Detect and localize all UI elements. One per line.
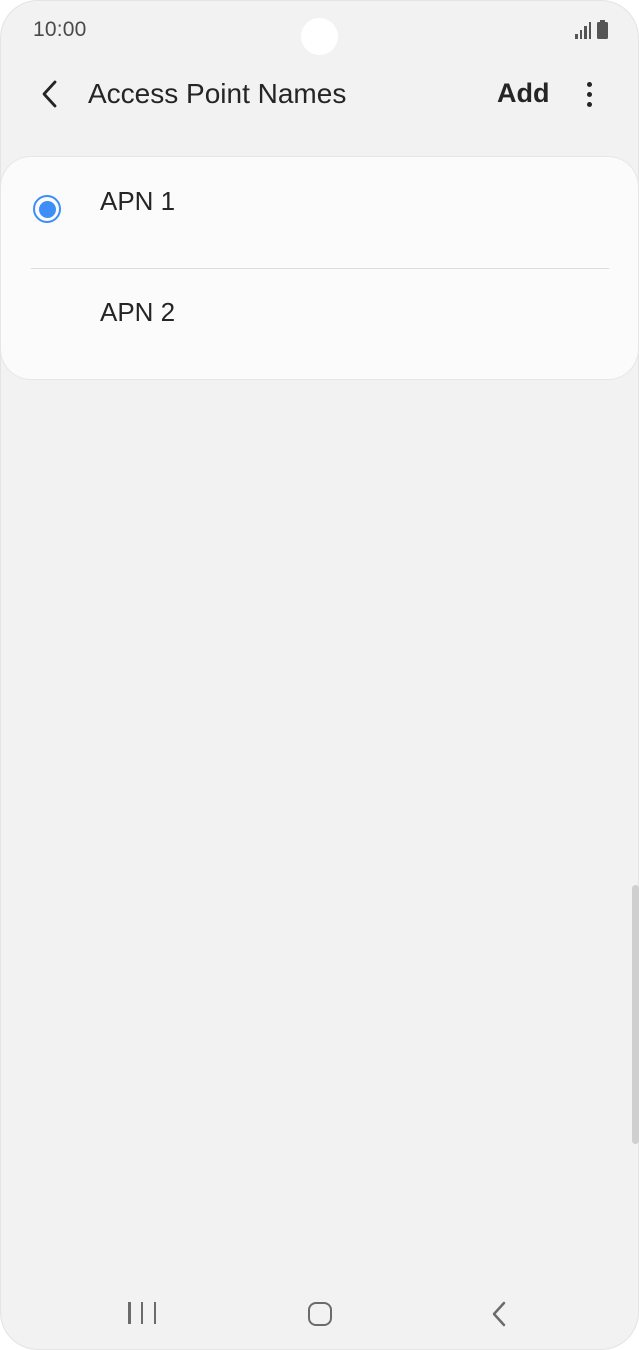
apn-list-item[interactable]: APN 2 (1, 268, 638, 379)
app-header: Access Point Names Add (0, 62, 639, 128)
chevron-left-icon (42, 80, 57, 108)
phone-screen: 10:00 Access Point Names Add APN 1 APN 2 (0, 0, 639, 1350)
recents-button[interactable] (128, 1302, 156, 1326)
more-vertical-icon-dot (586, 101, 592, 107)
radio-button-selected[interactable] (33, 195, 61, 223)
status-icons (575, 20, 608, 39)
more-vertical-icon-dot (586, 91, 592, 97)
nav-back-button[interactable] (488, 1300, 512, 1328)
page-title: Access Point Names (88, 78, 347, 109)
signal-icon (575, 21, 591, 39)
back-button[interactable] (30, 74, 70, 114)
apn-label: APN 1 (100, 186, 176, 216)
scrollbar[interactable] (632, 885, 639, 1144)
home-button[interactable] (308, 1302, 332, 1326)
status-time: 10:00 (33, 18, 87, 41)
recents-icon-bar (128, 1302, 131, 1324)
recents-icon-bar (140, 1302, 144, 1324)
apn-list-card: APN 1 APN 2 (1, 157, 638, 379)
battery-icon (597, 20, 608, 39)
front-camera-cutout (301, 18, 338, 55)
navigation-bar (0, 1282, 639, 1346)
recents-icon-bar (153, 1302, 156, 1324)
add-button[interactable]: Add (497, 78, 549, 109)
radio-selected-icon (38, 200, 56, 218)
more-options-button[interactable] (574, 74, 604, 114)
status-bar: 10:00 (0, 0, 639, 62)
apn-label: APN 2 (100, 297, 176, 327)
back-icon (492, 1301, 506, 1327)
more-vertical-icon-dot (586, 81, 592, 87)
apn-list-item[interactable]: APN 1 (1, 157, 638, 268)
